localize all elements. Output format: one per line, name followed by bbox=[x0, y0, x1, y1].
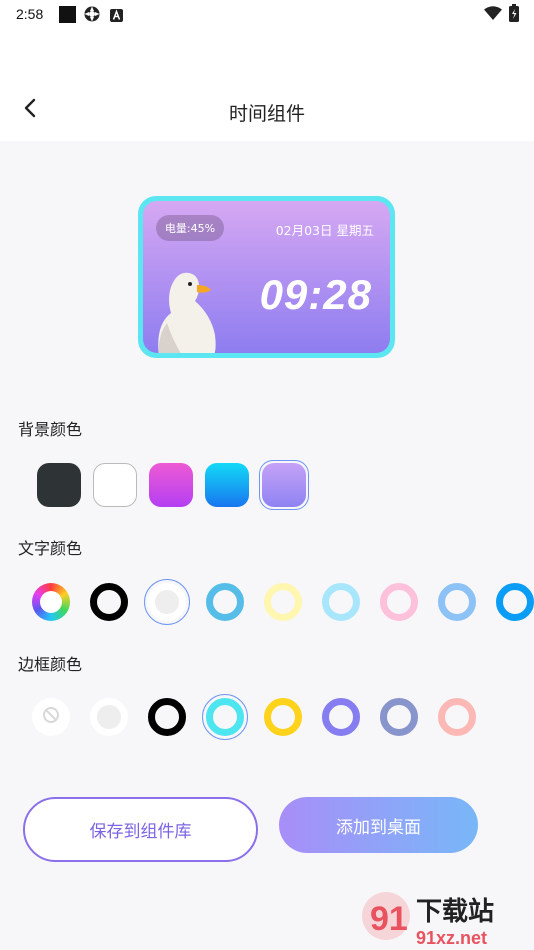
no-color-icon bbox=[42, 706, 60, 728]
border-ring-slate[interactable] bbox=[380, 698, 418, 736]
widget-date: 02月03日 星期五 bbox=[275, 223, 374, 238]
save-to-library-button[interactable]: 保存到组件库 bbox=[23, 797, 258, 862]
bg-swatch-lavender[interactable] bbox=[262, 463, 306, 507]
header-bar: 时间组件 bbox=[0, 30, 534, 141]
text-color-label: 文字颜色 bbox=[18, 539, 83, 558]
border-ring-salmon[interactable] bbox=[438, 698, 476, 736]
border-ring-none[interactable] bbox=[32, 698, 70, 736]
widget-face: 电量:45% 02月03日 星期五 09:28 bbox=[143, 201, 390, 353]
text-ring-light-cyan[interactable] bbox=[322, 583, 360, 621]
border-ring-white[interactable] bbox=[90, 698, 128, 736]
text-ring-rainbow-center bbox=[40, 591, 62, 613]
bg-swatch-dark[interactable] bbox=[37, 463, 81, 507]
border-ring-yellow[interactable] bbox=[264, 698, 302, 736]
border-ring-black[interactable] bbox=[148, 698, 186, 736]
settings-gear-icon bbox=[83, 5, 101, 27]
text-ring-sky[interactable] bbox=[206, 583, 244, 621]
duck-illustration bbox=[153, 265, 223, 353]
border-ring-purple[interactable] bbox=[322, 698, 360, 736]
square-icon bbox=[59, 6, 76, 27]
background-color-label: 背景颜色 bbox=[18, 420, 83, 439]
status-time: 2:58 bbox=[16, 6, 44, 22]
add-to-desktop-button[interactable]: 添加到桌面 bbox=[279, 797, 478, 853]
battery-icon bbox=[509, 4, 519, 26]
bg-swatch-cyan-blue[interactable] bbox=[205, 463, 249, 507]
text-ring-white[interactable] bbox=[148, 583, 186, 621]
battery-badge: 电量:45% bbox=[156, 215, 224, 241]
page-title: 时间组件 bbox=[228, 103, 305, 125]
site-watermark: 91 下载站 91xz.net bbox=[360, 888, 532, 948]
status-bar: 2:58 bbox=[0, 0, 534, 30]
app-a-icon bbox=[110, 7, 123, 26]
text-ring-blue[interactable] bbox=[496, 583, 534, 621]
text-ring-black[interactable] bbox=[90, 583, 128, 621]
bg-swatch-pink-purple[interactable] bbox=[149, 463, 193, 507]
border-color-label: 边框颜色 bbox=[18, 655, 83, 674]
watermark-domain: 91xz.net bbox=[416, 928, 487, 948]
text-ring-pink[interactable] bbox=[380, 583, 418, 621]
svg-text:91: 91 bbox=[370, 900, 408, 938]
border-ring-cyan[interactable] bbox=[206, 698, 244, 736]
wifi-icon bbox=[484, 6, 502, 25]
widget-preview: 电量:45% 02月03日 星期五 09:28 bbox=[138, 196, 395, 358]
text-ring-cream[interactable] bbox=[264, 583, 302, 621]
text-ring-light-blue[interactable] bbox=[438, 583, 476, 621]
widget-clock: 09:28 bbox=[259, 271, 372, 318]
bg-swatch-white[interactable] bbox=[93, 463, 137, 507]
watermark-brand: 下载站 bbox=[416, 897, 494, 927]
